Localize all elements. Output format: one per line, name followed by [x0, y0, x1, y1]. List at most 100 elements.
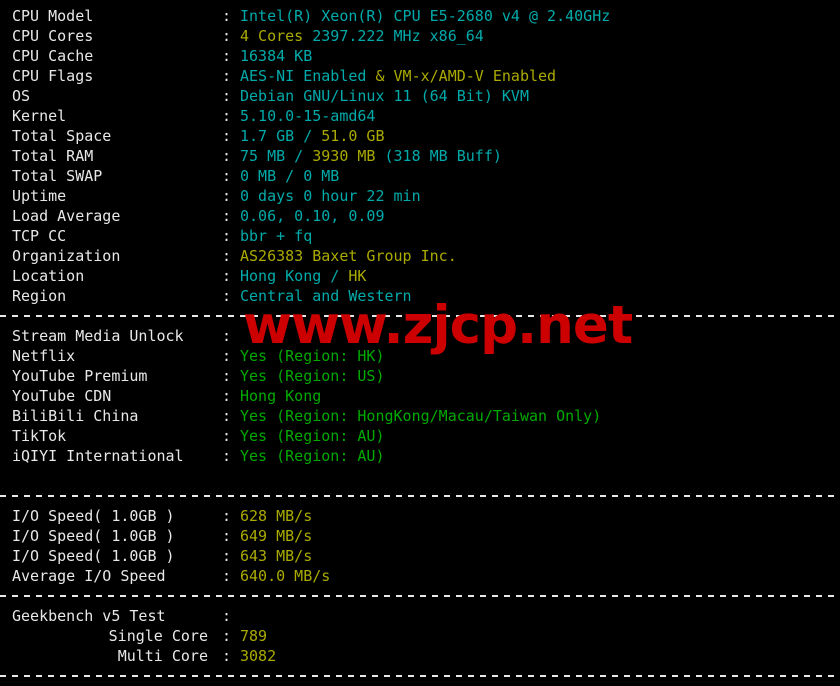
value-segment: Yes (Region: AU): [240, 447, 385, 465]
row-label: Load Average: [12, 207, 121, 225]
value-segment: 4 Cores: [240, 27, 304, 45]
row-separator-colon: :: [222, 447, 232, 465]
dashed-rule: [0, 595, 840, 597]
row-separator-colon: :: [222, 647, 232, 665]
stream-media-section: Stream Media Unlock: Netflix: Yes (Region:…: [0, 326, 840, 466]
value-segment: 628 MB/s: [240, 507, 313, 525]
row-value: Yes (Region: AU): [240, 426, 385, 446]
row-label: CPU Cores: [12, 27, 94, 45]
row-value: 789: [240, 626, 267, 646]
value-segment: Yes (Region: HK): [240, 347, 385, 365]
row-value: 0.06, 0.10, 0.09: [240, 206, 385, 226]
row-value: Hong Kong: [240, 386, 321, 406]
value-segment: 643 MB/s: [240, 547, 313, 565]
system-info-row: OS: Debian GNU/Linux 11 (64 Bit) KVM: [0, 86, 840, 106]
value-segment: 3930 MB: [312, 147, 376, 165]
value-segment: Yes (Region: AU): [240, 427, 385, 445]
value-segment: Debian GNU/Linux 11 (64 Bit) KVM: [240, 87, 529, 105]
stream-media-row: TikTok: Yes (Region: AU): [0, 426, 840, 446]
row-value: bbr + fq: [240, 226, 312, 246]
system-info-row: TCP CC: bbr + fq: [0, 226, 840, 246]
system-info-row: Organization: AS26383 Baxet Group Inc.: [0, 246, 840, 266]
row-label: BiliBili China: [12, 407, 139, 425]
row-label: CPU Cache: [12, 47, 94, 65]
row-separator-colon: :: [222, 407, 232, 425]
row-separator-colon: :: [222, 427, 232, 445]
value-segment: 3082: [240, 647, 277, 665]
system-info-row: Location: Hong Kong / HK: [0, 266, 840, 286]
divider-line-geekbench: [0, 586, 840, 606]
row-value: 0 days 0 hour 22 min: [240, 186, 421, 206]
row-separator-colon: :: [222, 187, 232, 205]
row-value: 16384 KB: [240, 46, 312, 66]
row-label: Total RAM: [12, 147, 94, 165]
value-segment: Yes (Region: HongKong/Macau/Taiwan Only): [240, 407, 602, 425]
value-segment: Central and Western: [240, 287, 412, 305]
value-segment: Hong Kong: [240, 387, 322, 405]
row-separator-colon: :: [222, 47, 232, 65]
row-label: Stream Media Unlock: [12, 327, 184, 345]
row-separator-colon: :: [222, 627, 232, 645]
value-segment: 2397.222 MHz x86_64: [303, 27, 484, 45]
value-segment: 0 days 0 hour 22 min: [240, 187, 421, 205]
stream-media-row: YouTube CDN: Hong Kong: [0, 386, 840, 406]
row-label: Total SWAP: [12, 167, 103, 185]
value-segment: Intel(R) Xeon(R) CPU E5-2680 v4 @ 2.40GH…: [240, 7, 611, 25]
row-label: Location: [12, 267, 85, 285]
row-label: YouTube CDN: [12, 387, 112, 405]
row-label: OS: [12, 87, 31, 105]
row-label: Geekbench v5 Test: [12, 607, 166, 625]
value-segment: (318 MB Buff): [375, 147, 502, 165]
system-info-row: CPU Cache:16384 KB: [0, 46, 840, 66]
io-speed-section: I/O Speed( 1.0GB ):628 MB/s I/O Speed( 1.…: [0, 506, 840, 586]
value-segment: 1.7 GB /: [240, 127, 322, 145]
row-separator-colon: :: [222, 387, 232, 405]
row-value: 75 MB / 3930 MB (318 MB Buff): [240, 146, 502, 166]
row-value: AES-NI Enabled & VM-x/AMD-V Enabled: [240, 66, 556, 86]
row-label: Organization: [12, 247, 121, 265]
row-label: I/O Speed( 1.0GB ): [12, 547, 175, 565]
row-value: 649 MB/s: [240, 526, 312, 546]
system-info-row: Uptime:0 days 0 hour 22 min: [0, 186, 840, 206]
row-value: Yes (Region: HongKong/Macau/Taiwan Only): [240, 406, 601, 426]
stream-media-header-row: Stream Media Unlock:: [0, 326, 840, 346]
row-separator-colon: :: [222, 107, 232, 125]
row-separator-colon: :: [222, 327, 232, 345]
row-separator-colon: :: [222, 347, 232, 365]
row-label: I/O Speed( 1.0GB ): [12, 507, 175, 525]
row-separator-colon: :: [222, 127, 232, 145]
row-separator-colon: :: [222, 267, 232, 285]
row-label: I/O Speed( 1.0GB ): [12, 527, 175, 545]
row-label: Single Core: [108, 627, 208, 645]
row-separator-colon: :: [222, 367, 232, 385]
value-segment: 0 MB / 0 MB: [240, 167, 340, 185]
row-value: Yes (Region: HK): [240, 346, 385, 366]
value-segment: 649 MB/s: [240, 527, 313, 545]
system-info-row: Total Space:1.7 GB / 51.0 GB: [0, 126, 840, 146]
row-separator-colon: :: [222, 547, 232, 565]
row-label: Netflix: [12, 347, 76, 365]
row-separator-colon: :: [222, 607, 232, 625]
row-separator-colon: :: [222, 87, 232, 105]
row-value: 0 MB / 0 MB: [240, 166, 339, 186]
io-speed-row: I/O Speed( 1.0GB ):643 MB/s: [0, 546, 840, 566]
value-segment: 51.0 GB: [321, 127, 385, 145]
terminal-output: CPU Model: Intel(R) Xeon(R) CPU E5-2680 v…: [0, 0, 840, 677]
row-value: Central and Western: [240, 286, 412, 306]
row-separator-colon: :: [222, 7, 232, 25]
row-separator-colon: :: [222, 507, 232, 525]
io-speed-row: I/O Speed( 1.0GB ):628 MB/s: [0, 506, 840, 526]
stream-media-row: YouTube Premium: Yes (Region: US): [0, 366, 840, 386]
value-segment: 75 MB /: [240, 147, 313, 165]
system-info-row: Load Average:0.06, 0.10, 0.09: [0, 206, 840, 226]
row-label: Region: [12, 287, 67, 305]
row-label: Uptime: [12, 187, 67, 205]
row-separator-colon: :: [222, 67, 232, 85]
geekbench-section: Geekbench v5 Test: Single Core:789 Multi C…: [0, 606, 840, 666]
row-value: 640.0 MB/s: [240, 566, 330, 586]
dashed-rule: [0, 675, 840, 677]
row-value: Yes (Region: US): [240, 366, 385, 386]
row-value: Hong Kong / HK: [240, 266, 366, 286]
value-segment: 0.06, 0.10, 0.09: [240, 207, 385, 225]
value-segment: AES-NI Enabled: [240, 67, 376, 85]
